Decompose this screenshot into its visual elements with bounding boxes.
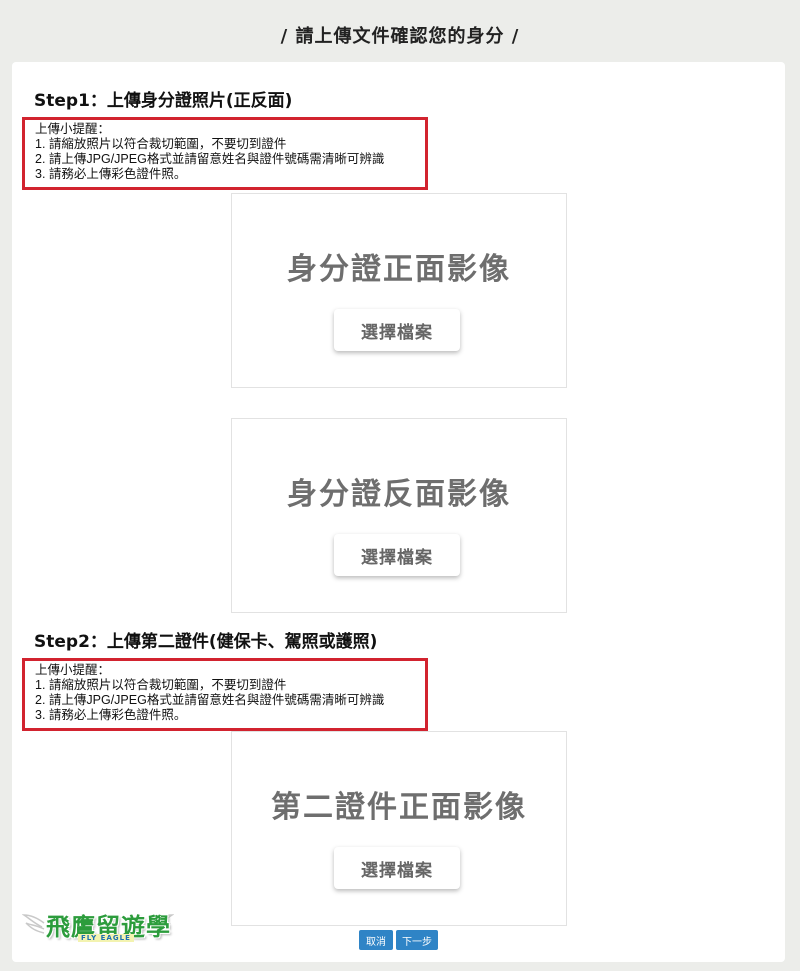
id-front-upload-box: 身分證正面影像 選擇檔案	[231, 193, 567, 388]
id-front-choose-file-button[interactable]: 選擇檔案	[334, 309, 460, 351]
step2-title: Step2：上傳第二證件(健保卡、駕照或護照)	[34, 632, 378, 652]
tips-item: 1. 請縮放照片以符合裁切範圍，不要切到證件	[35, 137, 287, 151]
id-back-choose-file-button[interactable]: 選擇檔案	[334, 534, 460, 576]
next-step-button[interactable]: 下一步	[396, 930, 438, 950]
second-id-front-upload-box: 第二證件正面影像 選擇檔案	[231, 731, 567, 926]
id-front-label: 身分證正面影像	[287, 252, 511, 287]
step1-title: Step1：上傳身分證照片(正反面)	[34, 91, 293, 111]
tips-heading: 上傳小提醒：	[35, 663, 111, 677]
tips-heading: 上傳小提醒：	[35, 122, 111, 136]
tips-item: 2. 請上傳JPG/JPEG格式並請留意姓名與證件號碼需清晰可辨識	[35, 693, 385, 707]
id-back-label: 身分證反面影像	[287, 477, 511, 512]
cancel-button[interactable]: 取消	[359, 930, 393, 950]
tips-item: 3. 請務必上傳彩色證件照。	[35, 708, 187, 722]
second-id-front-label: 第二證件正面影像	[271, 790, 527, 825]
tips-item: 1. 請縮放照片以符合裁切範圍，不要切到證件	[35, 678, 287, 692]
brand-logo: 飛鷹留遊學 FLY EAGLE	[22, 903, 174, 945]
page-title: / 請上傳文件確認您的身分 /	[280, 26, 520, 47]
logo-subtext: FLY EAGLE	[78, 934, 134, 942]
step2-upload-tips: 上傳小提醒： 1. 請縮放照片以符合裁切範圍，不要切到證件 2. 請上傳JPG/…	[22, 658, 428, 731]
tips-item: 2. 請上傳JPG/JPEG格式並請留意姓名與證件號碼需清晰可辨識	[35, 152, 385, 166]
step1-upload-tips: 上傳小提醒： 1. 請縮放照片以符合裁切範圍，不要切到證件 2. 請上傳JPG/…	[22, 117, 428, 190]
id-back-upload-box: 身分證反面影像 選擇檔案	[231, 418, 567, 613]
tips-item: 3. 請務必上傳彩色證件照。	[35, 167, 187, 181]
second-id-choose-file-button[interactable]: 選擇檔案	[334, 847, 460, 889]
